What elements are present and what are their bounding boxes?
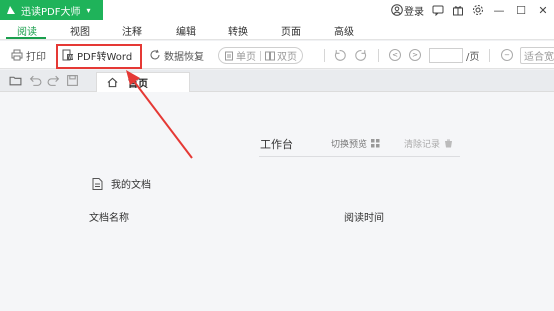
- printer-icon: [11, 49, 23, 61]
- data-recovery-button[interactable]: 数据恢复: [149, 41, 204, 69]
- zoom-out-button[interactable]: −: [501, 49, 513, 61]
- maximize-button[interactable]: ☐: [514, 4, 528, 17]
- minimize-button[interactable]: —: [492, 4, 506, 17]
- message-icon[interactable]: [432, 4, 444, 16]
- workspace-panel: 工作台 切换预览 清除记录 我的文档 文档名称 阅读时间: [0, 92, 554, 311]
- zoom-fit-label: 适合宽: [524, 52, 554, 63]
- prev-page-button[interactable]: <: [389, 49, 401, 61]
- rotate-right-icon[interactable]: [355, 49, 368, 62]
- active-tab-indicator: [6, 37, 46, 39]
- menu-bar: 阅读 视图 注释 编辑 转换 页面 高级: [0, 20, 554, 40]
- redo-icon[interactable]: [47, 74, 60, 87]
- trash-icon: [445, 139, 453, 148]
- rotate-left-icon[interactable]: [333, 49, 346, 62]
- document-tab-bar: 首页: [0, 70, 554, 92]
- switch-preview-label: 切换预览: [331, 140, 368, 150]
- chevron-down-icon: ▾: [86, 5, 91, 15]
- menu-annotate[interactable]: 注释: [122, 23, 142, 38]
- page-mode-group: 单页 双页: [218, 47, 303, 64]
- print-label: 打印: [26, 51, 46, 63]
- next-page-button[interactable]: >: [409, 49, 421, 61]
- menu-edit[interactable]: 编辑: [176, 23, 196, 38]
- document-icon: [92, 177, 103, 190]
- menu-read[interactable]: 阅读: [17, 23, 37, 38]
- gift-icon[interactable]: [452, 4, 464, 16]
- workspace-divider: [259, 156, 460, 157]
- zoom-fit-select[interactable]: 适合宽: [520, 47, 554, 64]
- open-folder-icon[interactable]: [9, 74, 22, 87]
- app-menu-button[interactable]: 迅读PDF大师 ▾: [0, 0, 103, 20]
- toolbar-divider: [324, 49, 325, 62]
- clear-records-label: 清除记录: [404, 140, 441, 150]
- switch-preview-button[interactable]: 切换预览: [331, 137, 380, 150]
- clear-records-button[interactable]: 清除记录: [404, 137, 453, 150]
- tab-home[interactable]: 首页: [96, 72, 190, 92]
- page-suffix: /页: [466, 51, 480, 63]
- settings-icon[interactable]: [472, 4, 484, 16]
- single-page-icon: [225, 51, 233, 60]
- double-page-button[interactable]: 双页: [277, 48, 297, 63]
- login-button[interactable]: 登录: [391, 3, 424, 18]
- home-icon: [107, 77, 118, 88]
- user-icon: [391, 4, 403, 16]
- column-header-read-time: 阅读时间: [344, 213, 384, 224]
- menu-advanced[interactable]: 高级: [334, 23, 354, 38]
- save-icon[interactable]: [66, 74, 79, 87]
- toolbar-divider: [378, 49, 379, 62]
- page-number-input[interactable]: [429, 48, 463, 63]
- menu-view[interactable]: 视图: [70, 23, 90, 38]
- close-button[interactable]: ✕: [536, 4, 550, 17]
- undo-icon[interactable]: [29, 74, 42, 87]
- single-page-button[interactable]: 单页: [236, 48, 256, 63]
- menu-convert[interactable]: 转换: [228, 23, 248, 38]
- double-page-icon: [265, 51, 275, 60]
- column-header-name: 文档名称: [89, 213, 129, 224]
- menu-page[interactable]: 页面: [281, 23, 301, 38]
- app-logo-icon: [7, 6, 15, 14]
- login-label: 登录: [404, 6, 424, 18]
- window-controls: 登录 — ☐ ✕: [391, 0, 550, 20]
- print-button[interactable]: 打印: [11, 41, 46, 69]
- pill-divider: [260, 50, 261, 61]
- data-recovery-label: 数据恢复: [164, 51, 204, 63]
- annotation-highlight-box: [56, 44, 142, 69]
- title-bar: 迅读PDF大师 ▾ 登录 — ☐ ✕: [0, 0, 554, 20]
- grid-view-icon: [371, 139, 380, 148]
- recovery-icon: [150, 49, 160, 60]
- my-documents-label: 我的文档: [111, 180, 151, 191]
- toolbar-divider: [489, 49, 490, 62]
- tab-home-label: 首页: [128, 79, 148, 90]
- app-name: 迅读PDF大师: [21, 6, 81, 18]
- workspace-title: 工作台: [260, 138, 293, 151]
- my-documents-section[interactable]: 我的文档: [92, 176, 151, 191]
